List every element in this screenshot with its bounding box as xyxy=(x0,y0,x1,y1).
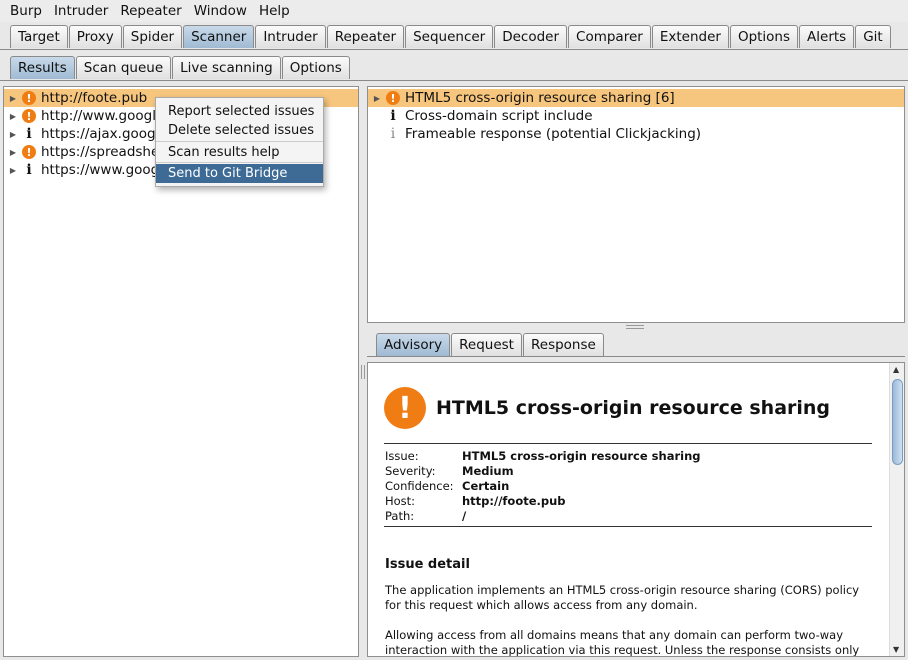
menu-window[interactable]: Window xyxy=(188,3,253,19)
tab-options[interactable]: Options xyxy=(729,25,799,48)
issue-key: Issue: xyxy=(385,449,419,463)
alert-icon: ! xyxy=(386,91,400,105)
context-menu: Report selected issues Delete selected i… xyxy=(155,97,324,187)
issue-value: HTML5 cross-origin resource sharing xyxy=(462,449,701,463)
scroll-up-icon[interactable]: ▲ xyxy=(893,365,899,374)
tab-decoder[interactable]: Decoder xyxy=(494,25,568,48)
path-value: / xyxy=(462,509,467,523)
horizontal-split-handle[interactable] xyxy=(626,325,644,329)
host-label: https://spreadshe xyxy=(41,144,160,160)
menu-separator xyxy=(156,162,323,163)
detail-tab-bar: Advisory Request Response xyxy=(366,333,605,356)
menu-help[interactable]: Help xyxy=(253,3,296,19)
tab-git[interactable]: Git xyxy=(855,25,891,48)
subtab-scan-queue[interactable]: Scan queue xyxy=(75,56,172,79)
advisory-panel: ! HTML5 cross-origin resource sharing Is… xyxy=(367,362,905,657)
issue-label: HTML5 cross-origin resource sharing [6] xyxy=(405,90,675,106)
tab-comparer[interactable]: Comparer xyxy=(568,25,651,48)
expand-arrow-icon[interactable]: ▶ xyxy=(4,166,22,175)
issue-metadata: Issue: HTML5 cross-origin resource sharin… xyxy=(385,449,701,524)
alert-icon: ! xyxy=(384,387,426,429)
menu-bar: Burp Intruder Repeater Window Help xyxy=(0,0,908,22)
issue-row-frameable-response[interactable]: i Frameable response (potential Clickjac… xyxy=(368,125,904,143)
tab-target[interactable]: Target xyxy=(10,25,68,48)
alert-icon: ! xyxy=(22,91,36,105)
divider xyxy=(384,526,872,527)
issue-label: Cross-domain script include xyxy=(405,108,593,124)
advisory-scrollbar[interactable]: ▲ ▼ xyxy=(889,363,904,656)
tab-alerts[interactable]: Alerts xyxy=(799,25,855,48)
subtab-live-scanning[interactable]: Live scanning xyxy=(172,56,281,79)
issue-detail-paragraph-2: Allowing access from all domains means t… xyxy=(385,628,860,657)
menu-burp[interactable]: Burp xyxy=(4,3,48,19)
confidence-key: Confidence: xyxy=(385,479,454,493)
menu-intruder[interactable]: Intruder xyxy=(48,3,114,19)
host-value: http://foote.pub xyxy=(462,494,566,508)
issue-row-cross-domain-script[interactable]: i Cross-domain script include xyxy=(368,107,904,125)
info-icon: i xyxy=(390,108,396,124)
issue-detail-paragraph: The application implements an HTML5 cros… xyxy=(385,583,860,612)
tab-repeater[interactable]: Repeater xyxy=(326,25,405,48)
tab-extender[interactable]: Extender xyxy=(651,25,729,48)
expand-arrow-icon[interactable]: ▶ xyxy=(4,94,22,103)
issue-detail-heading: Issue detail xyxy=(385,557,470,572)
issue-label: Frameable response (potential Clickjacki… xyxy=(405,126,702,142)
vertical-split-handle[interactable] xyxy=(361,365,365,379)
divider xyxy=(384,443,872,444)
path-key: Path: xyxy=(385,509,415,523)
menu-repeater[interactable]: Repeater xyxy=(114,3,187,19)
main-tab-divider xyxy=(0,49,908,50)
menu-separator xyxy=(156,141,323,142)
info-icon: i xyxy=(26,162,32,178)
menu-item-report-selected-issues[interactable]: Report selected issues xyxy=(156,102,323,121)
advisory-title: HTML5 cross-origin resource sharing xyxy=(436,397,831,419)
expand-arrow-icon[interactable]: ▶ xyxy=(4,112,22,121)
main-tab-bar: Target Proxy Spider Scanner Intruder Rep… xyxy=(0,25,892,50)
confidence-value: Certain xyxy=(462,479,510,493)
expand-arrow-icon[interactable]: ▶ xyxy=(4,130,22,139)
alert-icon: ! xyxy=(22,145,36,159)
host-label: http://foote.pub xyxy=(41,90,148,106)
severity-value: Medium xyxy=(462,464,514,478)
expand-arrow-icon[interactable]: ▶ xyxy=(4,148,22,157)
menu-item-scan-results-help[interactable]: Scan results help xyxy=(156,143,323,162)
tab-scanner[interactable]: Scanner xyxy=(183,25,255,48)
alert-icon: ! xyxy=(22,109,36,123)
subtab-results[interactable]: Results xyxy=(10,56,75,79)
sub-tab-divider xyxy=(0,80,908,81)
scanner-sub-tab-bar: Results Scan queue Live scanning Options xyxy=(0,56,351,81)
severity-key: Severity: xyxy=(385,464,436,478)
detail-tab-divider xyxy=(367,356,905,357)
advisory-header: ! HTML5 cross-origin resource sharing xyxy=(384,387,830,429)
tab-spider[interactable]: Spider xyxy=(122,25,183,48)
tab-advisory[interactable]: Advisory xyxy=(376,333,451,356)
host-label: http://www.google xyxy=(41,108,165,124)
issues-list-panel: ▶ ! HTML5 cross-origin resource sharing … xyxy=(367,86,905,323)
tab-proxy[interactable]: Proxy xyxy=(68,25,122,48)
scrollbar-thumb[interactable] xyxy=(892,379,903,465)
tab-sequencer[interactable]: Sequencer xyxy=(405,25,494,48)
menu-item-delete-selected-issues[interactable]: Delete selected issues xyxy=(156,121,323,140)
host-label: https://www.goog xyxy=(41,162,160,178)
info-icon: i xyxy=(390,126,396,142)
scroll-down-icon[interactable]: ▼ xyxy=(893,645,899,654)
expand-arrow-icon[interactable]: ▶ xyxy=(368,94,386,103)
tab-intruder[interactable]: Intruder xyxy=(255,25,326,48)
menu-item-send-to-git-bridge[interactable]: Send to Git Bridge xyxy=(156,164,323,183)
issue-row-cors[interactable]: ▶ ! HTML5 cross-origin resource sharing … xyxy=(368,89,904,107)
tab-response[interactable]: Response xyxy=(522,333,604,356)
subtab-options[interactable]: Options xyxy=(281,56,350,79)
host-key: Host: xyxy=(385,494,416,508)
tab-request[interactable]: Request xyxy=(451,333,522,356)
host-label: https://ajax.googl xyxy=(41,126,160,142)
info-icon: i xyxy=(26,126,32,142)
